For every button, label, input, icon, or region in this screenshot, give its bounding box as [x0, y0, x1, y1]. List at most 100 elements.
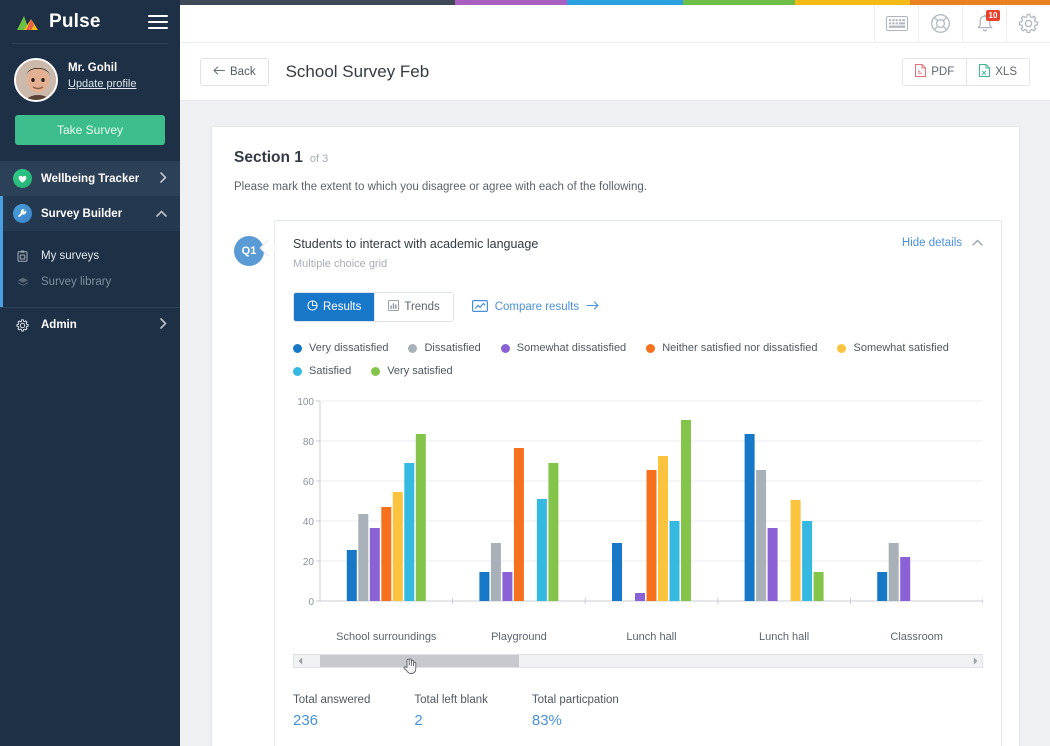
section-description: Please mark the extent to which you disa…	[234, 181, 647, 193]
arrow-right-icon	[586, 301, 599, 313]
stat-label: Total particpation	[531, 694, 619, 706]
tab-trends-label: Trends	[404, 301, 440, 313]
wrench-icon	[13, 204, 32, 223]
chart-bar[interactable]	[888, 543, 899, 601]
chart-bar[interactable]	[358, 514, 369, 601]
keyboard-icon[interactable]	[874, 5, 918, 42]
gear-icon	[13, 318, 32, 332]
stat-value: 236	[293, 712, 319, 729]
scroll-left-arrow-icon[interactable]	[294, 657, 307, 665]
chart-horizontal-scrollbar[interactable]	[293, 654, 983, 674]
scroll-right-arrow-icon[interactable]	[969, 657, 982, 665]
update-profile-link[interactable]: Update profile	[68, 78, 137, 90]
sidebar-item-wellbeing-tracker[interactable]: Wellbeing Tracker	[0, 161, 180, 196]
hamburger-menu-icon[interactable]	[148, 11, 168, 33]
legend-label: Very dissatisfied	[309, 342, 389, 354]
legend-item[interactable]: Neither satisfied nor dissatisfied	[646, 342, 817, 354]
chart-bar[interactable]	[646, 470, 657, 601]
question-title: Students to interact with academic langu…	[293, 237, 539, 251]
legend-color-dot	[293, 343, 302, 353]
chart-bar[interactable]	[744, 434, 755, 601]
legend-color-dot	[500, 343, 510, 353]
section-title: Section 1	[234, 149, 303, 166]
chevron-up-icon	[972, 237, 983, 249]
tab-results[interactable]: Results	[294, 293, 376, 321]
legend-item[interactable]: Very satisfied	[371, 365, 453, 377]
chart-bar[interactable]	[877, 572, 888, 601]
pie-chart-icon	[307, 300, 318, 314]
chart-bar[interactable]	[381, 507, 392, 601]
sidebar-item-admin[interactable]: Admin	[0, 307, 180, 342]
brand-name: Pulse	[49, 10, 101, 32]
take-survey-button[interactable]: Take Survey	[15, 115, 165, 145]
chart-bar[interactable]	[392, 492, 403, 601]
main-content: Section 1 of 3 Please mark the extent to…	[180, 101, 1050, 746]
layers-icon	[13, 277, 32, 287]
chart-bar[interactable]	[612, 543, 622, 601]
sidebar-nav: Wellbeing Tracker Survey Builder My surv…	[0, 161, 180, 746]
chart-bar[interactable]	[756, 470, 767, 601]
chart-bar[interactable]	[513, 448, 524, 601]
section-card: Section 1 of 3 Please mark the extent to…	[211, 126, 1020, 746]
legend-item[interactable]: Satisfied	[293, 365, 351, 377]
sidebar-admin-label: Admin	[41, 319, 77, 331]
chart-bar[interactable]	[767, 528, 778, 601]
legend-item[interactable]: Somewhat dissatisfied	[500, 342, 626, 354]
chart-bar[interactable]	[669, 521, 680, 601]
tab-trends[interactable]: Trends	[375, 293, 453, 321]
y-axis-tick: 20	[303, 557, 315, 568]
sidebar-item-my-surveys[interactable]: My surveys	[0, 243, 180, 269]
survey-builder-submenu: My surveys Survey library	[0, 231, 180, 307]
question-stats: Total answered 236 Total left blank 2 Total …	[293, 694, 983, 746]
settings-gear-icon[interactable]	[1006, 5, 1050, 42]
hide-details-toggle[interactable]: Hide details	[902, 237, 983, 249]
chart-bar[interactable]	[490, 543, 501, 601]
legend-item[interactable]: Very dissatisfied	[293, 342, 388, 354]
compare-results-label: Compare results	[494, 301, 580, 313]
chart-area: 0 20 40 60 80 100	[293, 393, 983, 628]
chart-bar[interactable]	[415, 434, 426, 601]
chart-bar[interactable]	[802, 521, 813, 601]
brand-header: Pulse	[0, 0, 180, 43]
chart-bar[interactable]	[635, 593, 645, 601]
xls-file-icon	[979, 63, 991, 80]
chart-bar[interactable]	[813, 572, 824, 601]
chart-bar[interactable]	[404, 463, 415, 601]
chart-bar[interactable]	[790, 500, 801, 601]
sidebar-subitem-label: My surveys	[41, 250, 100, 262]
back-button[interactable]: Back	[200, 57, 269, 86]
export-pdf-button[interactable]: PDF	[902, 57, 968, 86]
chart-bar[interactable]	[369, 528, 380, 601]
sidebar-item-survey-library[interactable]: Survey library	[0, 269, 180, 295]
pdf-file-icon	[915, 63, 927, 80]
x-axis-label: School surroundings	[336, 631, 437, 643]
chart-bar[interactable]	[900, 557, 911, 601]
chart-bar[interactable]	[502, 572, 513, 601]
stat-label: Total answered	[293, 694, 371, 706]
chart-bar[interactable]	[658, 456, 668, 601]
export-xls-label: XLS	[995, 65, 1017, 78]
y-axis-tick: 60	[303, 477, 315, 488]
compare-results-link[interactable]: Compare results	[471, 299, 599, 316]
sidebar-item-survey-builder[interactable]: Survey Builder	[0, 196, 180, 231]
question-row: Q1 Students to interact with academic la…	[234, 220, 1002, 746]
scrollbar-thumb[interactable]	[320, 655, 519, 667]
chart-bar[interactable]	[536, 499, 547, 601]
legend-item[interactable]: Dissatisfied	[408, 342, 481, 354]
chart-bar[interactable]	[479, 572, 490, 601]
export-xls-button[interactable]: XLS	[967, 57, 1030, 86]
mountain-logo-icon	[14, 13, 42, 31]
chart-bar[interactable]	[346, 550, 357, 601]
scrollbar-track[interactable]	[307, 655, 969, 674]
chart-x-axis-labels: School surroundings Playground Lunch hall L…	[293, 628, 983, 652]
chart-bar[interactable]	[681, 420, 691, 601]
section-header: Section 1 of 3	[234, 149, 997, 167]
question-type: Multiple choice grid	[293, 258, 388, 270]
chart-bar[interactable]	[548, 463, 559, 601]
lifebuoy-help-icon[interactable]	[918, 5, 962, 42]
notification-bell-icon[interactable]: 10	[962, 5, 1006, 42]
avatar[interactable]	[14, 58, 58, 102]
legend-item[interactable]: Somewhat satisfied	[837, 342, 949, 354]
legend-color-dot	[408, 343, 418, 353]
question-card: Students to interact with academic langu…	[274, 220, 1002, 746]
